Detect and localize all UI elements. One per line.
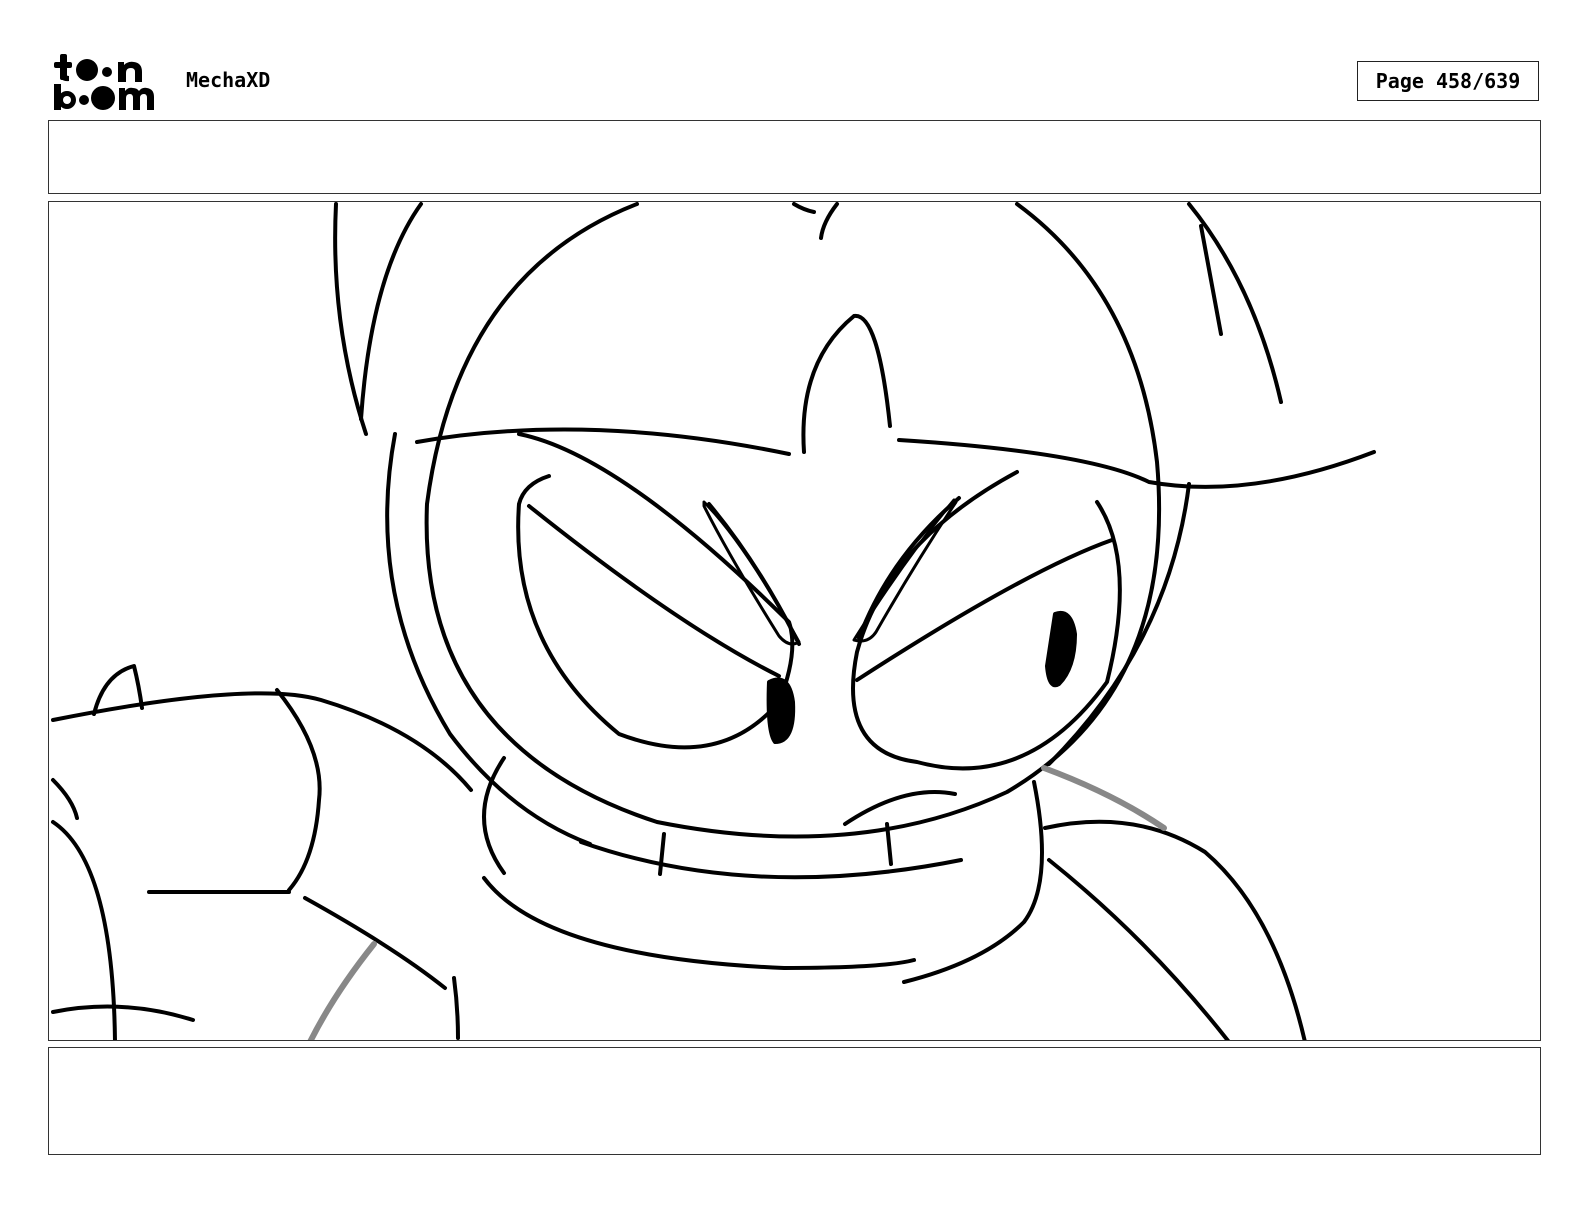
toonboom-logo [52,52,164,112]
page-counter: Page 458/639 [1357,61,1539,101]
toonboom-logo-icon [54,54,154,110]
project-title: MechaXD [186,68,271,92]
action-notes-box [48,120,1541,194]
storyboard-sketch [51,202,1376,1040]
dialogue-notes-box [48,1047,1541,1155]
storyboard-panel-frame [48,201,1541,1041]
